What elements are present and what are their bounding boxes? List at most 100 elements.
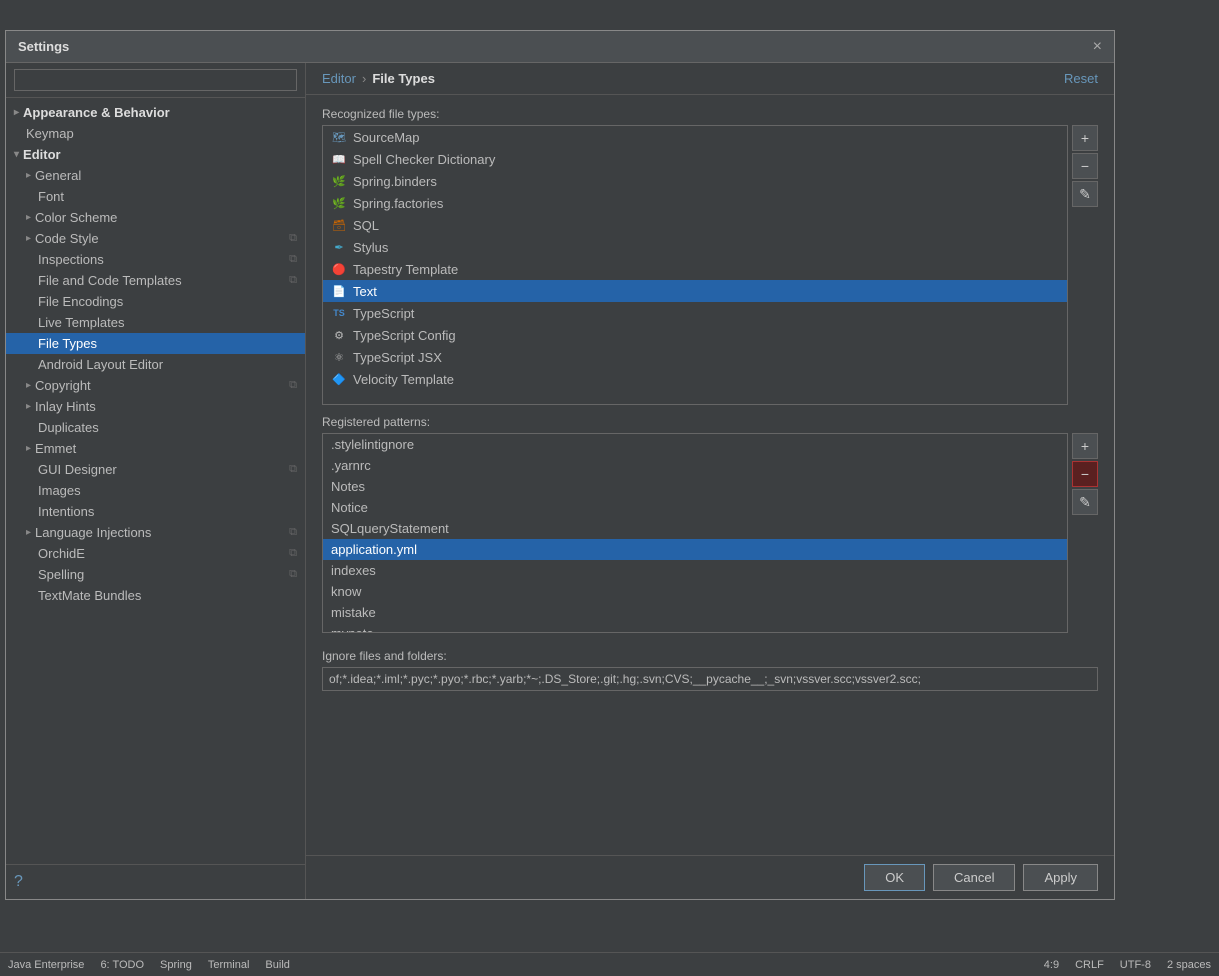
sidebar-item-general[interactable]: ▸ General (6, 165, 305, 186)
sidebar-item-copyright[interactable]: ▸ Copyright ⧉ (6, 375, 305, 396)
sidebar-tree: ▸ Appearance & Behavior Keymap ▾ Editor … (6, 98, 305, 864)
patterns-remove-button[interactable]: − (1072, 461, 1098, 487)
breadcrumb-parent: Editor (322, 71, 356, 86)
file-types-remove-button[interactable]: − (1072, 153, 1098, 179)
sidebar-search-input[interactable] (14, 69, 297, 91)
status-terminal: Terminal (208, 959, 250, 971)
list-item[interactable]: mynote (323, 623, 1067, 633)
sidebar-item-label: Editor (23, 147, 61, 162)
reset-button[interactable]: Reset (1064, 71, 1098, 86)
dialog-close-button[interactable]: × (1093, 38, 1102, 56)
sidebar-item-label: Language Injections (35, 525, 151, 540)
list-item[interactable]: 🗺 SourceMap (323, 126, 1067, 148)
sidebar-item-label: Spelling (38, 567, 84, 582)
chevron-right-icon: ▸ (26, 233, 31, 244)
list-item[interactable]: 🔴 Tapestry Template (323, 258, 1067, 280)
spring-icon: 🌿 (331, 195, 347, 211)
list-item[interactable]: know (323, 581, 1067, 602)
sidebar-item-orchide[interactable]: OrchidE ⧉ (6, 543, 305, 564)
sidebar-item-fileandcode[interactable]: File and Code Templates ⧉ (6, 270, 305, 291)
sidebar-item-label: Inspections (38, 252, 104, 267)
file-types-label: Recognized file types: (322, 107, 1098, 121)
list-item-label: Notice (331, 500, 368, 515)
sidebar-item-images[interactable]: Images (6, 480, 305, 501)
sidebar-item-label: File Types (38, 336, 97, 351)
file-types-edit-button[interactable]: ✎ (1072, 181, 1098, 207)
list-item[interactable]: TS TypeScript (323, 302, 1067, 324)
file-types-section: Recognized file types: 🗺 SourceMap 📖 (322, 107, 1098, 405)
list-item[interactable]: 🔷 Velocity Template (323, 368, 1067, 390)
list-item-applicationyml[interactable]: application.yml (323, 539, 1067, 560)
sidebar-item-livetemplates[interactable]: Live Templates (6, 312, 305, 333)
apply-button[interactable]: Apply (1023, 864, 1098, 891)
list-item[interactable]: 🗃 SQL (323, 214, 1067, 236)
patterns-add-button[interactable]: + (1072, 433, 1098, 459)
ok-button[interactable]: OK (864, 864, 925, 891)
cancel-button[interactable]: Cancel (933, 864, 1015, 891)
list-item-text[interactable]: 📄 Text (323, 280, 1067, 302)
chevron-right-icon: ▸ (26, 401, 31, 412)
ignore-input[interactable] (322, 667, 1098, 691)
patterns-section: Registered patterns: .stylelintignore .y… (322, 415, 1098, 633)
sidebar-item-languageinjections[interactable]: ▸ Language Injections ⧉ (6, 522, 305, 543)
sidebar-item-androidlayout[interactable]: Android Layout Editor (6, 354, 305, 375)
list-item-label: application.yml (331, 542, 417, 557)
sidebar-item-label: Copyright (35, 378, 91, 393)
status-spaces: 2 spaces (1167, 959, 1211, 971)
sidebar-item-inlayhints[interactable]: ▸ Inlay Hints (6, 396, 305, 417)
list-item[interactable]: ✒ Stylus (323, 236, 1067, 258)
sidebar-item-filetypes[interactable]: File Types (6, 333, 305, 354)
sidebar-item-label: Inlay Hints (35, 399, 96, 414)
status-line-ending: CRLF (1075, 959, 1104, 971)
list-item[interactable]: 📖 Spell Checker Dictionary (323, 148, 1067, 170)
list-item[interactable]: ⚛ TypeScript JSX (323, 346, 1067, 368)
sql-icon: 🗃 (331, 217, 347, 233)
chevron-right-icon: ▸ (26, 170, 31, 181)
sidebar-item-emmet[interactable]: ▸ Emmet (6, 438, 305, 459)
tsjsx-icon: ⚛ (331, 349, 347, 365)
sidebar-item-codestyle[interactable]: ▸ Code Style ⧉ (6, 228, 305, 249)
list-item-label: indexes (331, 563, 376, 578)
copy-icon: ⧉ (289, 253, 297, 266)
chevron-right-icon: ▸ (26, 527, 31, 538)
spell-icon: 📖 (331, 151, 347, 167)
sidebar-item-fileencodings[interactable]: File Encodings (6, 291, 305, 312)
sidebar-item-spelling[interactable]: Spelling ⧉ (6, 564, 305, 585)
list-item[interactable]: indexes (323, 560, 1067, 581)
breadcrumb: Editor › File Types Reset (306, 63, 1114, 95)
file-types-add-button[interactable]: + (1072, 125, 1098, 151)
list-item[interactable]: .stylelintignore (323, 434, 1067, 455)
sidebar-item-intentions[interactable]: Intentions (6, 501, 305, 522)
list-item-label: Spring.binders (353, 174, 437, 189)
list-item-label: Velocity Template (353, 372, 454, 387)
sidebar-item-keymap[interactable]: Keymap (6, 123, 305, 144)
list-item[interactable]: Notice (323, 497, 1067, 518)
list-item[interactable]: 🌿 Spring.factories (323, 192, 1067, 214)
list-item[interactable]: Notes (323, 476, 1067, 497)
sidebar: ▸ Appearance & Behavior Keymap ▾ Editor … (6, 63, 306, 899)
sidebar-item-appearance[interactable]: ▸ Appearance & Behavior (6, 102, 305, 123)
sidebar-item-textmate[interactable]: TextMate Bundles (6, 585, 305, 606)
sidebar-item-colorscheme[interactable]: ▸ Color Scheme (6, 207, 305, 228)
sidebar-item-label: Live Templates (38, 315, 124, 330)
patterns-edit-button[interactable]: ✎ (1072, 489, 1098, 515)
sidebar-item-label: Color Scheme (35, 210, 117, 225)
sidebar-item-inspections[interactable]: Inspections ⧉ (6, 249, 305, 270)
sidebar-item-guidesigner[interactable]: GUI Designer ⧉ (6, 459, 305, 480)
list-item[interactable]: mistake (323, 602, 1067, 623)
list-item-label: Notes (331, 479, 365, 494)
sidebar-item-duplicates[interactable]: Duplicates (6, 417, 305, 438)
list-item[interactable]: 🌿 Spring.binders (323, 170, 1067, 192)
chevron-right-icon: ▸ (26, 212, 31, 223)
list-item-label: Text (353, 284, 377, 299)
list-item-label: SourceMap (353, 130, 419, 145)
list-item-label: mistake (331, 605, 376, 620)
settings-dialog: Settings × ▸ Appearance & Behavior Keyma… (5, 30, 1115, 900)
sidebar-item-editor[interactable]: ▾ Editor (6, 144, 305, 165)
list-item[interactable]: SQLqueryStatement (323, 518, 1067, 539)
list-item[interactable]: .yarnrc (323, 455, 1067, 476)
sidebar-item-font[interactable]: Font (6, 186, 305, 207)
main-content: Editor › File Types Reset Recognized fil… (306, 63, 1114, 899)
help-icon[interactable]: ? (14, 873, 23, 890)
list-item[interactable]: ⚙ TypeScript Config (323, 324, 1067, 346)
